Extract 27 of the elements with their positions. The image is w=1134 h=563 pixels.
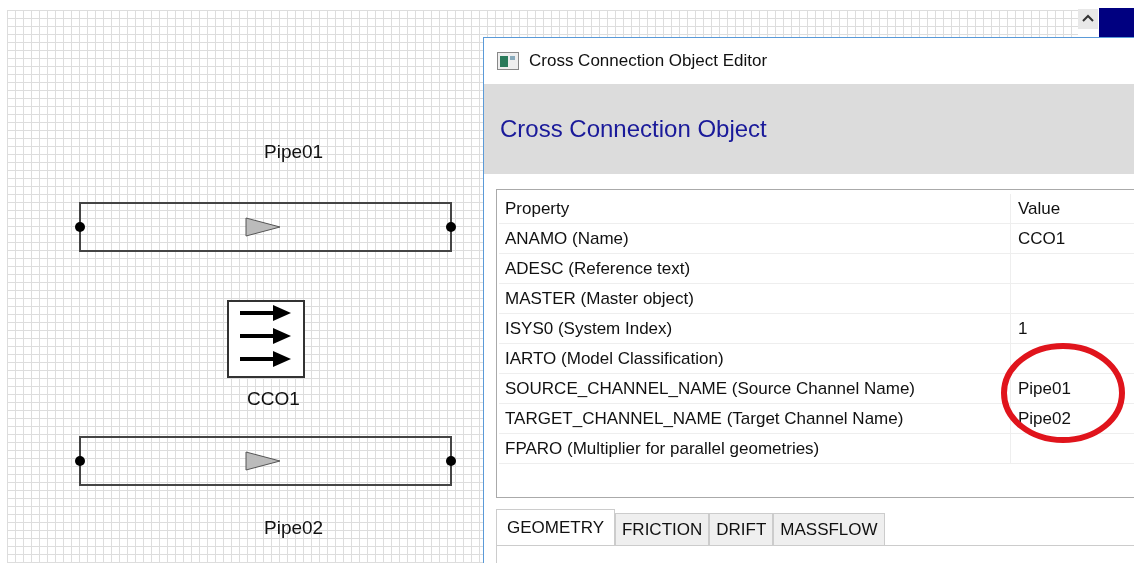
- property-cell: ISYS0 (System Index): [499, 314, 1011, 343]
- value-cell[interactable]: Pipe01: [1011, 378, 1071, 399]
- tab[interactable]: GEOMETRY: [496, 509, 615, 545]
- column-header[interactable]: Property: [499, 194, 1011, 223]
- pipe-label: Pipe01: [264, 141, 324, 163]
- property-cell: IARTO (Model Classification): [499, 344, 1011, 373]
- value-cell[interactable]: CCO1: [1011, 228, 1066, 249]
- property-cell: ADESC (Reference text): [499, 254, 1011, 283]
- window-title: Cross Connection Object Editor: [529, 51, 768, 71]
- pipe-label: Pipe02: [264, 517, 324, 539]
- cross-connection-drawing[interactable]: [227, 300, 305, 378]
- value-cell[interactable]: Pipe02: [1011, 408, 1071, 429]
- window-icon: [497, 52, 519, 70]
- property-cell: MASTER (Master object): [499, 284, 1011, 313]
- column-header[interactable]: Value: [1011, 198, 1061, 219]
- property-cell: FPARO (Multiplier for parallel geometries): [499, 434, 1011, 463]
- dialog-heading: Cross Connection Object: [500, 115, 767, 143]
- scroll-up-icon[interactable]: [1078, 9, 1098, 29]
- property-cell: TARGET_CHANNEL_NAME (Target Channel Name): [499, 404, 1011, 433]
- value-cell[interactable]: 1: [1011, 318, 1028, 339]
- side-panel: [1099, 8, 1134, 37]
- tab[interactable]: FRICTION: [615, 513, 710, 545]
- tab[interactable]: DRIFT: [709, 513, 774, 545]
- property-cell: ANAMO (Name): [499, 224, 1011, 253]
- property-cell: SOURCE_CHANNEL_NAME (Source Channel Name): [499, 374, 1011, 403]
- node-label: CCO1: [247, 388, 300, 410]
- tab[interactable]: MASSFLOW: [773, 513, 885, 545]
